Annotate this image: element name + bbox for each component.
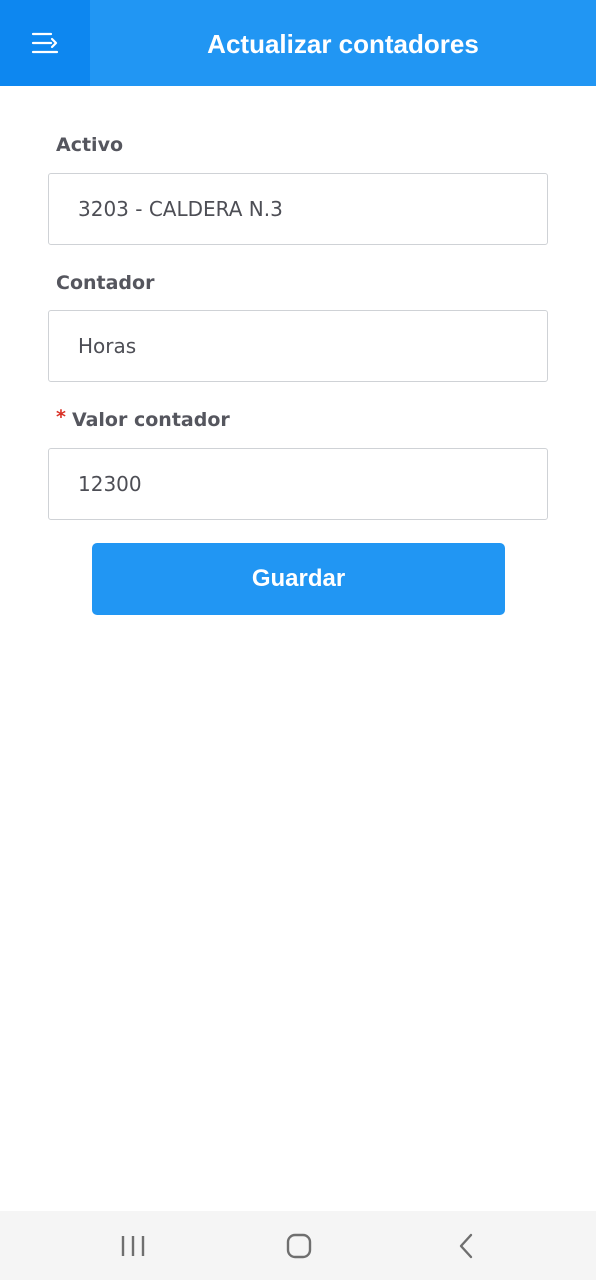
recents-icon	[121, 1235, 145, 1256]
recents-button[interactable]	[93, 1211, 173, 1280]
counter-value-input[interactable]	[49, 449, 547, 519]
home-button[interactable]	[259, 1211, 339, 1280]
menu-button[interactable]	[0, 0, 90, 86]
counter-value-label-text: Valor contador	[71, 409, 230, 431]
back-button[interactable]	[426, 1211, 506, 1280]
counter-value-label: * Valor contador	[56, 406, 230, 431]
asset-label: Activo	[56, 134, 124, 156]
counter-field	[48, 310, 548, 382]
asset-input[interactable]	[49, 174, 547, 244]
app-screen: Actualizar contadores Activo Contador *V…	[0, 0, 596, 1280]
system-nav-bar	[0, 1211, 596, 1280]
asset-field	[48, 173, 548, 245]
page-title: Actualizar contadores	[207, 29, 479, 59]
app-header: Actualizar contadores	[0, 0, 596, 86]
menu-arrow-icon	[31, 32, 59, 54]
back-icon	[459, 1233, 473, 1258]
counter-label: Contador	[56, 272, 155, 294]
counter-input[interactable]	[49, 311, 547, 381]
required-mark: *	[56, 406, 66, 428]
home-icon	[286, 1233, 312, 1258]
counter-value-field	[48, 448, 548, 520]
save-button[interactable]: Guardar	[92, 543, 505, 615]
